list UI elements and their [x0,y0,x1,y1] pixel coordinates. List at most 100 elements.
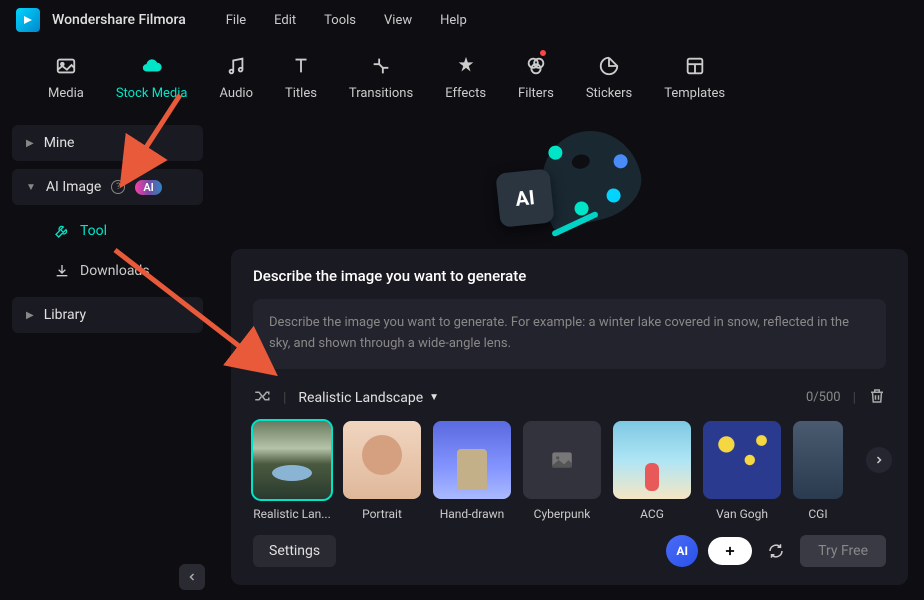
tab-transitions[interactable]: Transitions [349,52,413,101]
style-dropdown[interactable]: Realistic Landscape ▼ [298,390,439,406]
sidebar-item-tool[interactable]: Tool [40,213,203,249]
menubar: File Edit Tools View Help [226,13,467,28]
tab-label: Templates [664,86,725,101]
sidebar-label: Downloads [80,263,150,279]
tab-label: Stock Media [116,86,188,101]
char-count: 0/500 [806,390,841,405]
style-card-hand-drawn[interactable]: Hand-drawn [433,421,511,521]
divider: | [853,390,856,406]
wrench-icon [54,223,70,239]
trash-icon [868,387,886,405]
sidebar-label: Library [44,307,86,323]
caret-down-icon: ▼ [429,392,439,403]
clear-button[interactable] [868,387,886,409]
tab-media[interactable]: Media [48,52,84,101]
style-bar: | Realistic Landscape ▼ 0/500 | [253,387,886,409]
shuffle-button[interactable] [253,387,271,409]
divider: | [283,390,286,406]
style-label: Cyberpunk [534,507,591,521]
plus-icon [723,544,737,558]
caret-right-icon: ▶ [26,310,34,321]
sidebar-item-mine[interactable]: ▶ Mine [12,125,203,161]
style-label: Portrait [362,507,402,521]
style-row: Realistic Lan... Portrait Hand-drawn Cyb… [253,421,886,521]
menu-edit[interactable]: Edit [274,13,296,28]
style-thumb [253,421,331,499]
download-icon [54,263,70,279]
templates-icon [681,52,709,80]
caret-right-icon: ▶ [26,138,34,149]
settings-button[interactable]: Settings [253,535,336,567]
tab-label: Filters [518,86,554,101]
content: AI Describe the image you want to genera… [215,117,924,600]
media-icon [52,52,80,80]
sidebar-item-library[interactable]: ▶ Library [12,297,203,333]
refresh-button[interactable] [762,537,790,565]
try-free-label: Try Free [818,543,868,559]
chevron-left-icon [186,571,198,583]
style-card-portrait[interactable]: Portrait [343,421,421,521]
style-card-cgi[interactable]: CGI [793,421,843,521]
style-card-van-gogh[interactable]: Van Gogh [703,421,781,521]
tab-stickers[interactable]: Stickers [586,52,632,101]
style-card-realistic-landscape[interactable]: Realistic Lan... [253,421,331,521]
add-button[interactable] [708,537,752,565]
shuffle-icon [253,387,271,405]
collapse-sidebar-button[interactable] [179,564,205,590]
style-label: Van Gogh [716,507,768,521]
hero-illustration: AI [231,117,908,249]
generate-panel: Describe the image you want to generate … [231,249,908,585]
style-card-cyberpunk[interactable]: Cyberpunk [523,421,601,521]
tab-label: Transitions [349,86,413,101]
sidebar-label: Mine [44,135,75,151]
style-label: CGI [808,507,827,521]
tab-effects[interactable]: Effects [445,52,486,101]
style-thumb [703,421,781,499]
prompt-textarea[interactable]: Describe the image you want to generate.… [253,299,886,369]
audio-icon [222,52,250,80]
tab-label: Media [48,86,84,101]
sidebar-label: Tool [80,223,107,239]
style-thumb-placeholder [523,421,601,499]
tab-audio[interactable]: Audio [220,52,253,101]
ai-badge: AI [135,180,162,195]
sidebar: ▶ Mine ▼ AI Image ? AI Tool Downloads ▶ … [0,117,215,600]
tab-label: Stickers [586,86,632,101]
style-label: Realistic Lan... [253,507,331,521]
titles-icon [287,52,315,80]
sidebar-item-ai-image[interactable]: ▼ AI Image ? AI [12,169,203,205]
cloud-icon [138,52,166,80]
menu-file[interactable]: File [226,13,246,28]
image-placeholder-icon [549,447,575,473]
ai-icon-button[interactable]: AI [666,535,698,567]
filters-icon [522,52,550,80]
try-free-button[interactable]: Try Free [800,535,886,567]
main: ▶ Mine ▼ AI Image ? AI Tool Downloads ▶ … [0,117,924,600]
tab-templates[interactable]: Templates [664,52,725,101]
tab-stock-media[interactable]: Stock Media [116,52,188,101]
tab-titles[interactable]: Titles [285,52,317,101]
style-label: ACG [640,507,664,521]
effects-icon [452,52,480,80]
caret-down-icon: ▼ [26,182,36,193]
app-logo-icon [16,8,40,32]
style-thumb [433,421,511,499]
sidebar-item-downloads[interactable]: Downloads [40,253,203,289]
chevron-right-icon [873,454,885,466]
menu-tools[interactable]: Tools [324,13,356,28]
help-icon[interactable]: ? [111,180,125,194]
toolbar: Media Stock Media Audio Titles Transitio… [0,40,924,117]
menu-help[interactable]: Help [440,13,467,28]
style-thumb [343,421,421,499]
settings-label: Settings [269,543,320,559]
sidebar-submenu: Tool Downloads [12,213,203,289]
style-card-acg[interactable]: ACG [613,421,691,521]
tab-label: Effects [445,86,486,101]
menu-view[interactable]: View [384,13,412,28]
style-selected-label: Realistic Landscape [298,390,423,406]
tab-label: Titles [285,86,317,101]
titlebar: Wondershare Filmora File Edit Tools View… [0,0,924,40]
tab-filters[interactable]: Filters [518,52,554,101]
refresh-icon [767,542,785,560]
style-next-button[interactable] [866,447,892,473]
